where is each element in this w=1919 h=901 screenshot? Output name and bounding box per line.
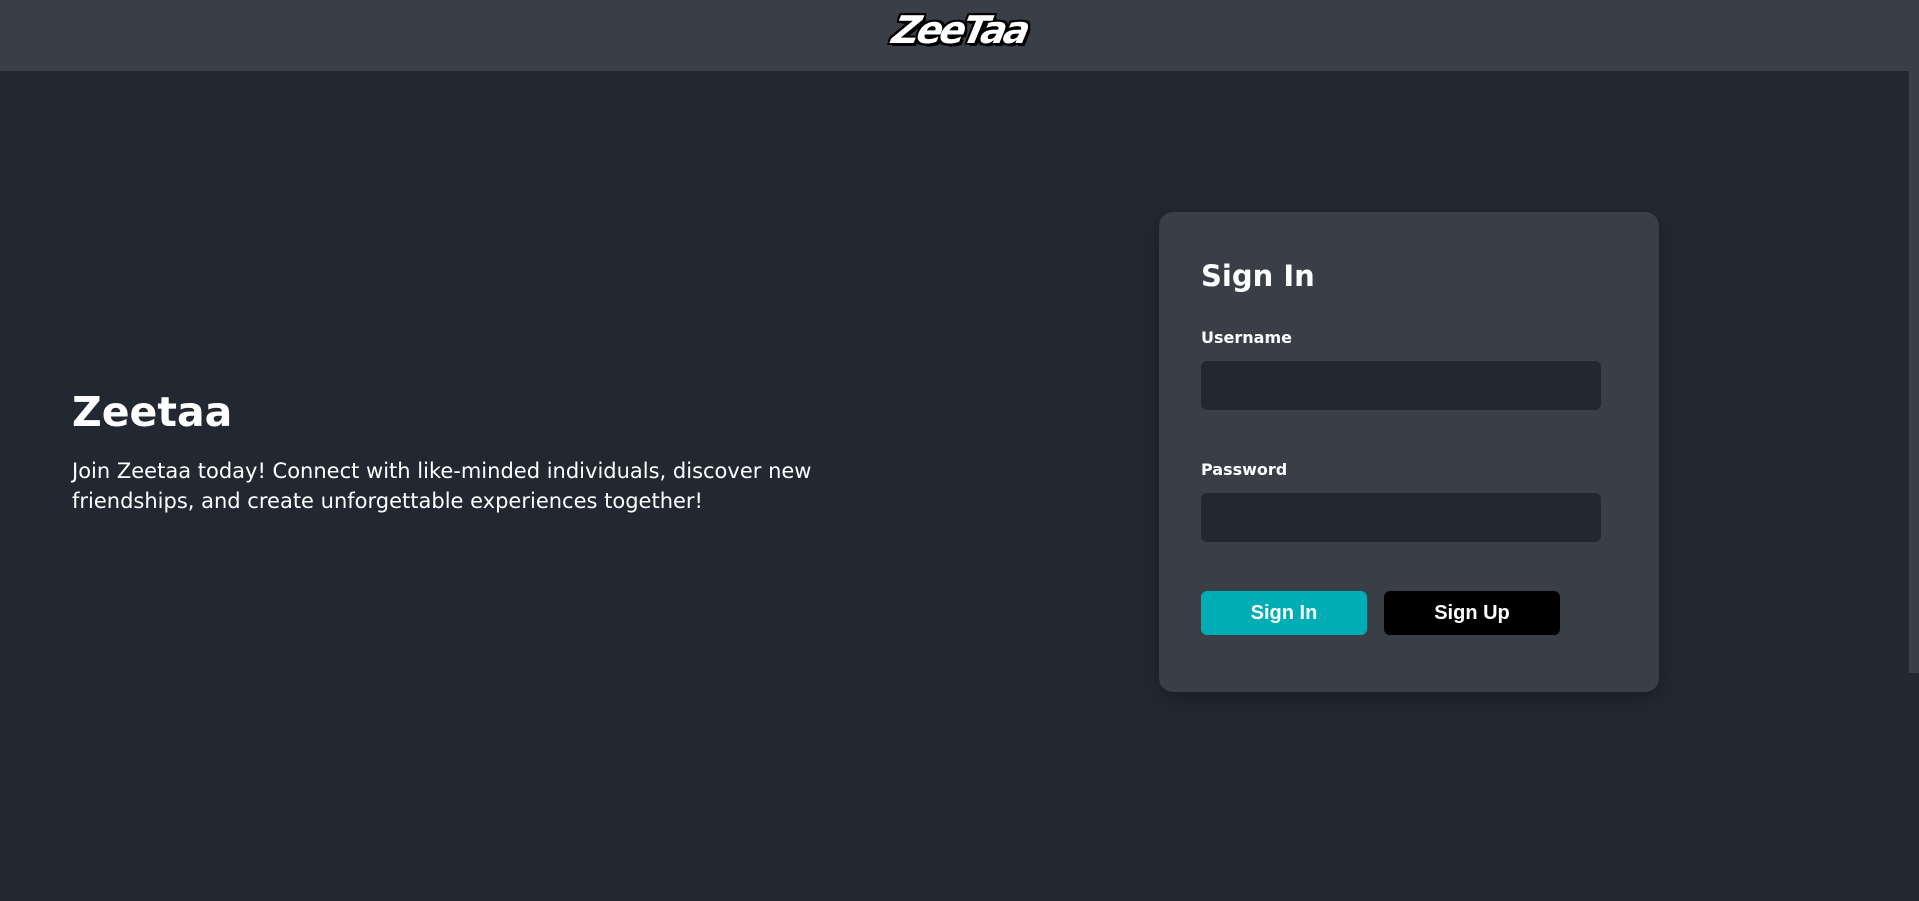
signin-title: Sign In — [1201, 259, 1315, 293]
password-input[interactable] — [1201, 493, 1601, 542]
signin-button[interactable]: Sign In — [1201, 591, 1367, 635]
top-bar: ZeeTaa — [0, 0, 1919, 71]
intro-section: Zeetaa Join Zeetaa today! Connect with l… — [72, 384, 932, 516]
logo[interactable]: ZeeTaa — [888, 6, 1032, 54]
intro-title: Zeetaa — [72, 388, 233, 436]
scrollbar[interactable] — [1909, 71, 1919, 673]
signin-card: Sign In Username Password Sign In Sign U… — [1159, 212, 1659, 692]
password-label: Password — [1201, 460, 1288, 479]
username-input[interactable] — [1201, 361, 1601, 410]
username-label: Username — [1201, 328, 1292, 347]
signup-button[interactable]: Sign Up — [1384, 591, 1560, 635]
intro-description: Join Zeetaa today! Connect with like-min… — [72, 459, 812, 513]
